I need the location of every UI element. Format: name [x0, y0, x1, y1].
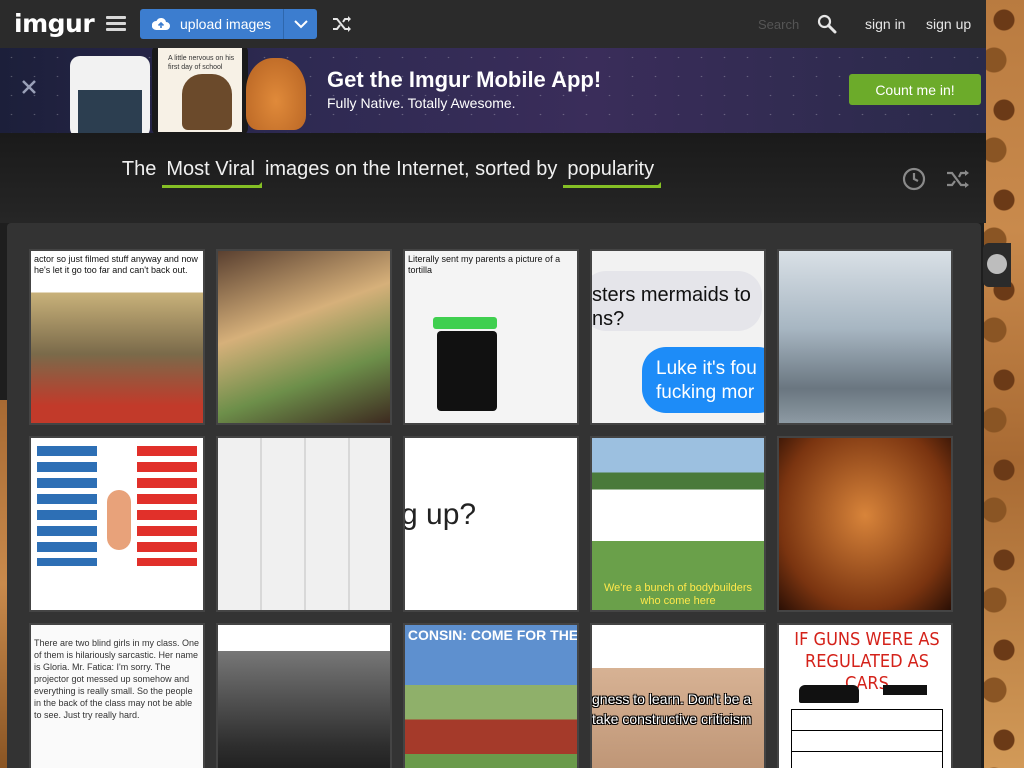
gallery-tile[interactable]: CONSIN: COME FOR THE BECAUSE YOUR MOBILI…	[403, 623, 579, 768]
tile-text-gray: sters mermaids to ns?	[592, 284, 751, 330]
tile-image	[779, 438, 951, 610]
gallery-tile[interactable]	[777, 249, 953, 425]
gallery-headline: The Most Viral images on the Internet, s…	[0, 133, 986, 223]
tile-child-figure	[107, 490, 131, 550]
chevron-down-icon	[293, 19, 308, 28]
tile-green-bar	[433, 317, 497, 329]
tile-caption: Literally sent my parents a picture of a…	[408, 254, 561, 275]
chat-side-tab[interactable]	[983, 243, 1011, 287]
cat-image	[246, 58, 306, 130]
gallery-tile[interactable]: actor so just filmed stuff anyway and no…	[29, 249, 205, 425]
top-navbar: imgur upload images Search sign in sign …	[0, 0, 986, 48]
background-pattern	[984, 0, 1024, 768]
tile-blue-list	[37, 446, 97, 566]
gallery-tile[interactable]: We're a bunch of bodybuilders who come h…	[590, 436, 766, 612]
gallery-tile[interactable]: IF GUNS WERE AS REGULATED AS CARS	[777, 623, 953, 768]
mobile-app-promo-banner: A little nervous on his first day of sch…	[0, 48, 986, 133]
upload-images-label: upload images	[180, 16, 272, 32]
gallery-tile[interactable]: Literally sent my parents a picture of a…	[403, 249, 579, 425]
shuffle-icon[interactable]	[946, 169, 970, 189]
tile-caption: g up?	[403, 498, 477, 531]
tile-caption: actor so just filmed stuff anyway and no…	[34, 254, 198, 275]
tile-image	[31, 251, 203, 423]
promo-title: Get the Imgur Mobile App!	[327, 67, 602, 92]
tile-caption: We're a bunch of bodybuilders who come h…	[603, 582, 753, 607]
tile-red-list	[137, 446, 197, 566]
phone-image	[70, 56, 150, 133]
chat-icon	[987, 254, 1007, 274]
close-icon[interactable]	[20, 78, 38, 96]
tile-image	[218, 251, 390, 423]
tile-image	[779, 251, 951, 423]
gallery-tile[interactable]	[777, 436, 953, 612]
upload-images-button[interactable]: upload images	[140, 9, 317, 39]
gallery-tile[interactable]	[216, 623, 392, 768]
headline-middle: images on the Internet, sorted by	[264, 158, 558, 180]
count-me-in-button[interactable]: Count me in!	[849, 74, 981, 105]
clock-icon[interactable]	[902, 167, 926, 191]
tile-image	[218, 438, 390, 610]
menu-icon[interactable]	[106, 16, 126, 32]
sort-dropdown[interactable]: popularity	[563, 158, 661, 188]
tile-dark-phone	[437, 331, 497, 411]
search-icon[interactable]	[817, 14, 837, 34]
imgur-logo[interactable]: imgur	[14, 9, 95, 38]
tile-caption-top: CONSIN: COME FOR THE	[407, 627, 579, 643]
tile-caption: gness to learn. Don't be a take construc…	[592, 691, 752, 727]
gallery-tile[interactable]: There are two blind girls in my class. O…	[29, 623, 205, 768]
gallery-tile[interactable]: g up?	[403, 436, 579, 612]
upload-dropdown-button[interactable]	[283, 9, 317, 39]
random-shuffle-icon[interactable]	[332, 15, 352, 33]
sign-in-link[interactable]: sign in	[865, 16, 905, 32]
gallery-tile[interactable]: gness to learn. Don't be a take construc…	[590, 623, 766, 768]
section-dropdown[interactable]: Most Viral	[162, 158, 262, 188]
headline-text: The Most Viral images on the Internet, s…	[0, 158, 986, 188]
tile-image	[405, 625, 577, 768]
gallery-tile[interactable]: sters mermaids to ns? Luke it's fou fuckin…	[590, 249, 766, 425]
promo-subtitle: Fully Native. Totally Awesome.	[327, 95, 516, 111]
tile-car-icon	[799, 685, 859, 703]
gallery-tile[interactable]	[216, 249, 392, 425]
search-input[interactable]: Search	[758, 17, 799, 32]
phone-caption: A little nervous on his first day of sch…	[168, 55, 235, 71]
gallery-tile[interactable]	[216, 436, 392, 612]
sign-up-link[interactable]: sign up	[926, 16, 971, 32]
gallery-tile[interactable]	[29, 436, 205, 612]
tile-gun-icon	[883, 685, 927, 695]
image-gallery: actor so just filmed stuff anyway and no…	[7, 223, 981, 768]
tile-table	[791, 709, 943, 768]
headline-prefix: The	[121, 158, 157, 180]
tile-caption: There are two blind girls in my class. O…	[34, 638, 200, 720]
tile-image	[218, 625, 390, 768]
tile-text-blue: Luke it's fou fucking mor	[656, 358, 757, 403]
phone-image-dog: A little nervous on his first day of sch…	[152, 48, 248, 133]
cloud-upload-icon	[152, 17, 170, 30]
